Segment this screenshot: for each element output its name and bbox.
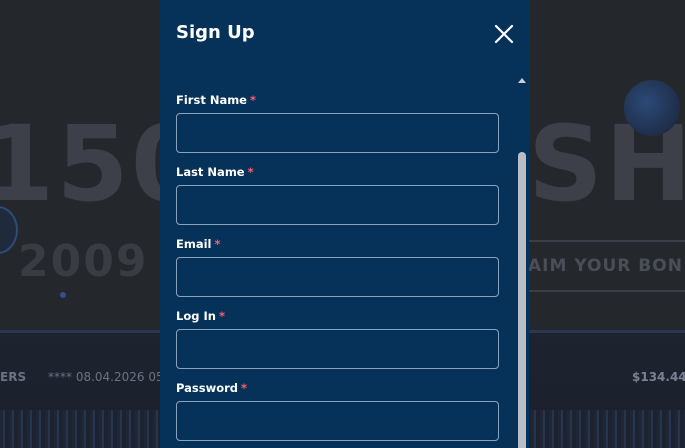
field-label: Log In * <box>176 308 499 329</box>
field-label-text: Email <box>176 237 212 251</box>
modal-title: Sign Up <box>176 22 255 43</box>
password-field: Password * <box>176 380 499 448</box>
required-marker: * <box>214 237 221 251</box>
hero-subtext: 2009 <box>18 236 149 287</box>
signup-modal: Sign Up First Name * Last Name * Email * Lo… <box>160 0 529 448</box>
required-marker: * <box>241 381 248 395</box>
scroll-up-arrow-icon[interactable] <box>518 78 526 83</box>
required-marker: * <box>249 93 256 107</box>
field-label: Last Name * <box>176 164 499 185</box>
required-marker: * <box>247 165 254 179</box>
field-label: Password * <box>176 380 499 401</box>
field-label-text: First Name <box>176 93 247 107</box>
ticker-amount: $134.44 <box>632 370 685 384</box>
login-field: Log In * <box>176 308 499 380</box>
required-marker: * <box>218 309 225 323</box>
signup-form: First Name * Last Name * Email * Log In * Pa… <box>176 92 499 448</box>
email-field: Email * <box>176 236 499 308</box>
field-label: Email * <box>176 236 499 257</box>
decorative-dot <box>60 292 66 298</box>
first-name-field: First Name * <box>176 92 499 164</box>
password-input[interactable] <box>176 401 499 441</box>
first-name-input[interactable] <box>176 113 499 153</box>
email-input[interactable] <box>176 257 499 297</box>
field-label-text: Last Name <box>176 165 245 179</box>
field-label-text: Log In <box>176 309 216 323</box>
field-label: First Name * <box>176 92 499 113</box>
ticker-entry: **** 08.04.2026 05 <box>48 370 164 384</box>
close-button[interactable] <box>490 20 518 48</box>
scrollbar-thumb[interactable] <box>518 152 526 448</box>
close-icon <box>494 24 514 44</box>
field-label-text: Password <box>176 381 238 395</box>
claim-bonus-text: AIM YOUR BON <box>528 256 683 276</box>
ticker-label: ERS <box>0 370 27 384</box>
decorative-orb <box>624 80 680 136</box>
last-name-field: Last Name * <box>176 164 499 236</box>
login-input[interactable] <box>176 329 499 369</box>
last-name-input[interactable] <box>176 185 499 225</box>
modal-scrollbar[interactable] <box>516 74 528 448</box>
